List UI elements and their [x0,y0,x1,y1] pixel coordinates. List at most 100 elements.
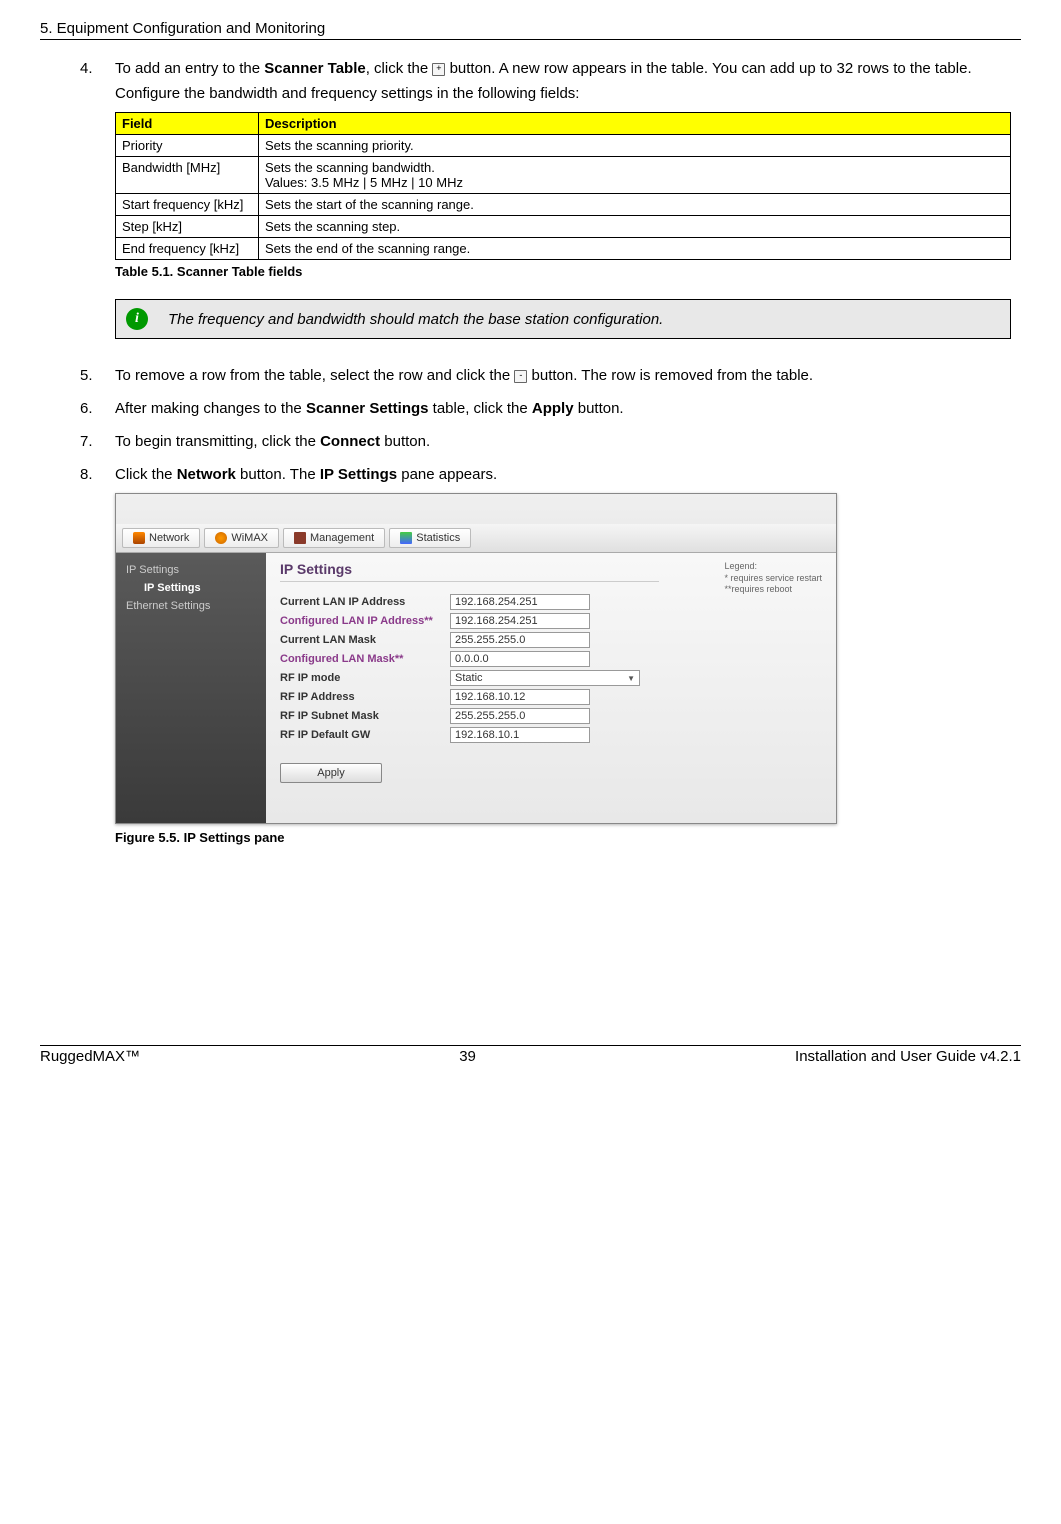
info-note: i The frequency and bandwidth should mat… [115,299,1011,339]
field-label: RF IP mode [280,672,450,684]
ip-settings-screenshot: Network WiMAX Management Statistics IP S… [115,493,837,824]
form-row: RF IP Default GW 192.168.10.1 [280,727,822,743]
tab-network[interactable]: Network [122,528,200,548]
sidebar-item-ethernet[interactable]: Ethernet Settings [116,597,266,615]
table-caption: Table 5.1. Scanner Table fields [115,264,1011,279]
step-num: 8. [80,466,115,865]
figure-caption: Figure 5.5. IP Settings pane [115,830,1011,845]
rf-ip-gw-input[interactable]: 192.168.10.1 [450,727,590,743]
form-row: RF IP Address 192.168.10.12 [280,689,822,705]
apply-button[interactable]: Apply [280,763,382,783]
cell: Sets the end of the scanning range. [259,238,1011,260]
form-row: RF IP Subnet Mask 255.255.255.0 [280,708,822,724]
form-row: RF IP mode Static ▼ [280,670,822,686]
text: button. A new row appears in the table. … [445,60,971,77]
step-body: To remove a row from the table, select t… [115,367,1011,392]
toolbar: Network WiMAX Management Statistics [116,524,836,553]
tab-label: WiMAX [231,532,268,544]
cell: Start frequency [kHz] [116,194,259,216]
field-label: Current LAN Mask [280,634,450,646]
form-row: Configured LAN Mask** 0.0.0.0 [280,651,822,667]
text: button. The row is removed from the tabl… [527,367,813,384]
legend: Legend: * requires service restart **req… [724,561,822,596]
form-row: Current LAN Mask 255.255.255.0 [280,632,822,648]
content-area: 4. To add an entry to the Scanner Table,… [40,60,1021,865]
field-label: Configured LAN IP Address** [280,615,450,627]
step-num: 4. [80,60,115,359]
field-label: Configured LAN Mask** [280,653,450,665]
scanner-fields-table: Field Description Priority Sets the scan… [115,112,1011,260]
bold: IP Settings [320,466,397,483]
th-desc: Description [259,113,1011,135]
text: To remove a row from the table, select t… [115,367,514,384]
info-icon: i [126,308,148,330]
cell: Sets the scanning step. [259,216,1011,238]
step-body: To begin transmitting, click the Connect… [115,433,1011,458]
text: Values: 3.5 MHz | 5 MHz | 10 MHz [265,175,463,190]
cell: Bandwidth [MHz] [116,157,259,194]
step-body: After making changes to the Scanner Sett… [115,400,1011,425]
bold: Connect [320,433,380,450]
step-4: 4. To add an entry to the Scanner Table,… [80,60,1011,359]
rf-ip-subnet-input[interactable]: 255.255.255.0 [450,708,590,724]
table-header-row: Field Description [116,113,1011,135]
legend-line: * requires service restart [724,573,822,585]
wimax-icon [215,532,227,544]
table-row: Step [kHz] Sets the scanning step. [116,216,1011,238]
current-lan-mask-input[interactable]: 255.255.255.0 [450,632,590,648]
tab-wimax[interactable]: WiMAX [204,528,279,548]
text: table, click the [429,400,532,417]
step-num: 6. [80,400,115,425]
current-lan-ip-input[interactable]: 192.168.254.251 [450,594,590,610]
rf-ip-address-input[interactable]: 192.168.10.12 [450,689,590,705]
note-text: The frequency and bandwidth should match… [168,311,663,328]
sidebar-item-ip-settings[interactable]: IP Settings [116,561,266,579]
bold: Apply [532,400,574,417]
table-row: Bandwidth [MHz] Sets the scanning bandwi… [116,157,1011,194]
field-label: RF IP Subnet Mask [280,710,450,722]
minus-icon: - [514,370,527,383]
cell: Sets the start of the scanning range. [259,194,1011,216]
statistics-icon [400,532,412,544]
text: Click the [115,466,177,483]
cell: End frequency [kHz] [116,238,259,260]
field-label: RF IP Address [280,691,450,703]
rf-ip-mode-select[interactable]: Static ▼ [450,670,640,686]
step-7: 7. To begin transmitting, click the Conn… [80,433,1011,458]
tab-statistics[interactable]: Statistics [389,528,471,548]
text: To begin transmitting, click the [115,433,320,450]
step-6: 6. After making changes to the Scanner S… [80,400,1011,425]
page-header: 5. Equipment Configuration and Monitorin… [40,20,1021,40]
text: After making changes to the [115,400,306,417]
footer-left: RuggedMAX™ [40,1048,140,1065]
tab-label: Statistics [416,532,460,544]
text: button. [380,433,430,450]
table-row: End frequency [kHz] Sets the end of the … [116,238,1011,260]
text: To add an entry to the [115,60,264,77]
text: Configure the bandwidth and frequency se… [115,85,1011,102]
configured-lan-mask-input[interactable]: 0.0.0.0 [450,651,590,667]
tab-label: Management [310,532,374,544]
form-row: Configured LAN IP Address** 192.168.254.… [280,613,822,629]
management-icon [294,532,306,544]
cell: Sets the scanning bandwidth. Values: 3.5… [259,157,1011,194]
step-body: Click the Network button. The IP Setting… [115,466,1011,865]
sidebar-item-ip-settings-sub[interactable]: IP Settings [116,579,266,597]
legend-title: Legend: [724,561,822,573]
bold: Network [177,466,236,483]
scanner-table-bold: Scanner Table [264,60,365,77]
text: Sets the scanning bandwidth. [265,160,435,175]
configured-lan-ip-input[interactable]: 192.168.254.251 [450,613,590,629]
text: button. The [236,466,320,483]
main-pane: Legend: * requires service restart **req… [266,553,836,823]
text: pane appears. [397,466,497,483]
th-field: Field [116,113,259,135]
footer-right: Installation and User Guide v4.2.1 [795,1048,1021,1065]
table-row: Start frequency [kHz] Sets the start of … [116,194,1011,216]
step-num: 7. [80,433,115,458]
chevron-down-icon: ▼ [627,674,635,683]
step-5: 5. To remove a row from the table, selec… [80,367,1011,392]
table-row: Priority Sets the scanning priority. [116,135,1011,157]
tab-management[interactable]: Management [283,528,385,548]
cell: Sets the scanning priority. [259,135,1011,157]
